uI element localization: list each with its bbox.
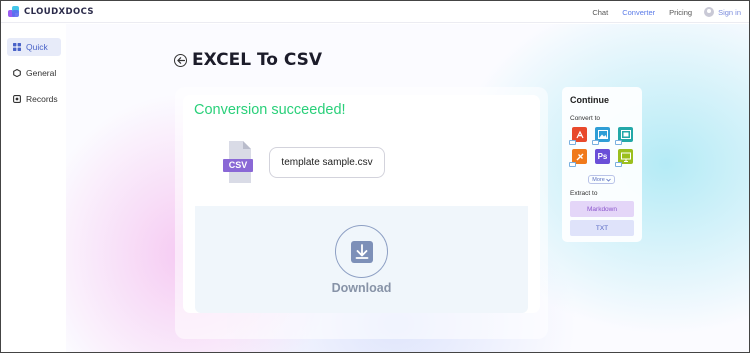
main-content: EXCEL To CSV Conversion succeeded! CSV t… (66, 24, 749, 352)
sign-in-link[interactable]: Sign in (704, 7, 741, 17)
nav-chat[interactable]: Chat (592, 8, 608, 17)
hexagon-icon (13, 69, 21, 77)
sign-in-label: Sign in (718, 7, 741, 17)
file-type-badge: CSV (228, 160, 248, 170)
continue-panel: Continue Convert to Ps More Extract to M… (562, 87, 642, 242)
brand-name: CLOUDXDOCS (24, 6, 94, 17)
top-bar: CLOUDXDOCS Chat Converter Pricing Sign i… (1, 1, 749, 23)
presentation-icon[interactable] (615, 149, 633, 167)
nav-pricing[interactable]: Pricing (669, 8, 692, 17)
extract-markdown-button[interactable]: Markdown (570, 201, 634, 217)
result-panel: Conversion succeeded! CSV template sampl… (175, 87, 548, 339)
brand-logo[interactable]: CLOUDXDOCS (8, 5, 94, 18)
ai-icon[interactable] (569, 149, 587, 167)
photoshop-icon[interactable]: Ps (595, 149, 610, 164)
records-icon (13, 95, 21, 103)
page-title-row: EXCEL To CSV (174, 50, 322, 70)
status-message: Conversion succeeded! (194, 102, 346, 118)
pdf-icon[interactable] (569, 127, 587, 145)
result-card: Conversion succeeded! CSV template sampl… (183, 95, 540, 313)
chevron-down-icon (605, 178, 611, 182)
grid-icon (13, 43, 21, 51)
main-nav: Chat Converter Pricing Sign in (578, 1, 741, 23)
download-label[interactable]: Download (195, 281, 528, 295)
download-area: Download (195, 206, 528, 313)
user-avatar-icon (704, 7, 715, 17)
sidebar-item-records[interactable]: Records (7, 90, 61, 108)
extract-txt-button[interactable]: TXT (570, 220, 634, 236)
convert-to-label: Convert to (570, 115, 600, 122)
download-icon (350, 240, 373, 263)
download-button[interactable] (335, 225, 388, 278)
image-icon[interactable] (592, 127, 610, 145)
slides-icon[interactable] (615, 127, 633, 145)
nav-converter[interactable]: Converter (622, 8, 655, 17)
sidebar-item-label: General (26, 68, 57, 78)
more-label: More (592, 176, 605, 183)
continue-heading: Continue (570, 95, 609, 105)
csv-file-icon: CSV (223, 139, 253, 185)
sidebar-item-general[interactable]: General (7, 64, 61, 82)
sidebar-item-label: Quick (26, 42, 48, 52)
sidebar: Quick General Records (1, 24, 66, 352)
more-formats-button[interactable]: More (588, 175, 615, 184)
extract-to-label: Extract to (570, 190, 598, 197)
file-name-box: template sample.csv (269, 147, 385, 178)
page-title: EXCEL To CSV (192, 50, 323, 70)
logo-icon (8, 5, 20, 18)
sidebar-item-label: Records (26, 94, 58, 104)
back-arrow-icon[interactable] (174, 53, 187, 67)
sidebar-item-quick[interactable]: Quick (7, 38, 61, 56)
